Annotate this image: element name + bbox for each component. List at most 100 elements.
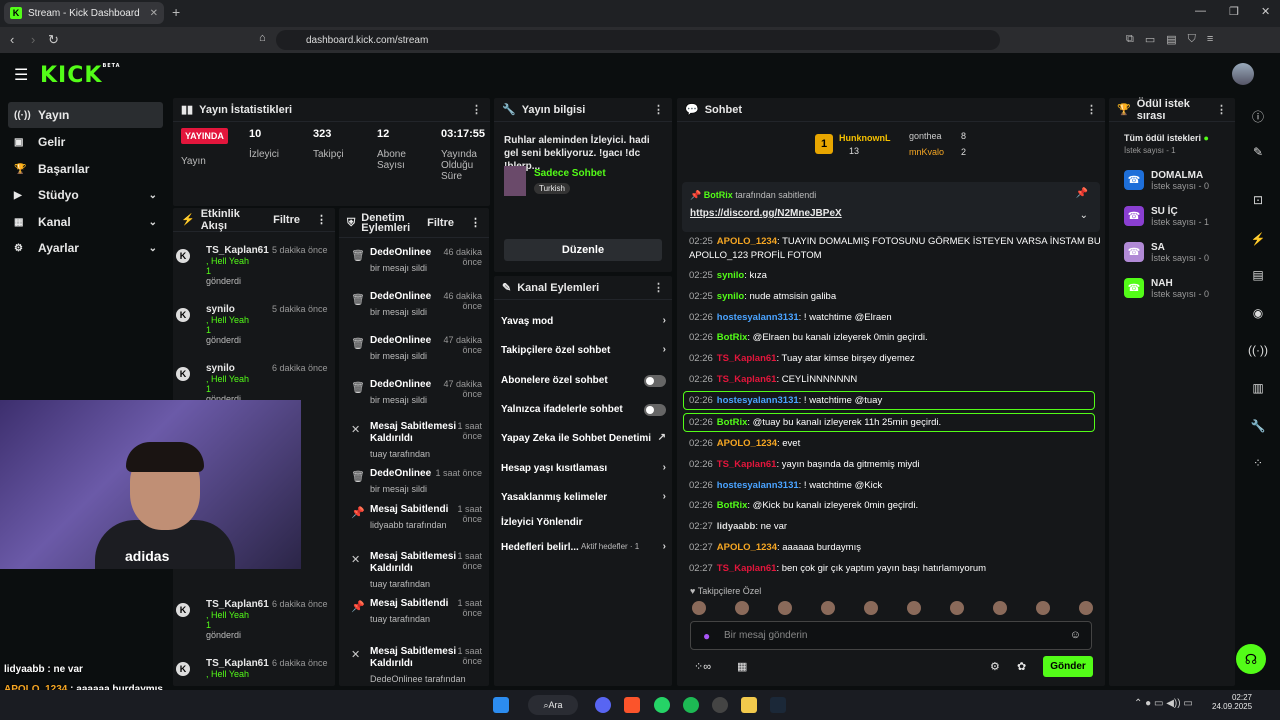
sidebar-item-2[interactable]: 🏆 Başarılar (8, 156, 163, 182)
sidebar-item-3[interactable]: ▶ Stüdyo ⌄ (8, 182, 163, 208)
edit-button[interactable]: Düzenle (504, 239, 662, 261)
emote-icon[interactable] (821, 601, 835, 615)
channel-action-8[interactable]: Hedefleri belirl... Aktif hedefler · 1 › (501, 541, 666, 553)
more-options-icon[interactable]: ⋮ (1086, 103, 1097, 116)
chat-message[interactable]: 02:26 APOLO_1234: evet (689, 438, 800, 449)
emote-icon[interactable] (993, 601, 1007, 615)
chat-username[interactable]: hostesyalann3131 (717, 395, 799, 406)
chat-username[interactable]: APOLO_1234 (717, 542, 777, 553)
feed-item[interactable]: K TS_Kaplan61, Hell Yeah 1 gönderdi 5 dakika… (176, 245, 330, 286)
scan-icon[interactable]: ⊡ (1245, 193, 1271, 207)
chevron-right-icon[interactable]: › (663, 462, 666, 473)
chat-message[interactable]: 02:25 APOLO_1234: TUAYIN DOMALMIŞ FOTOSUN… (689, 236, 1101, 247)
channel-action-1[interactable]: Takipçilere özel sohbet › (501, 344, 666, 356)
url-input[interactable]: dashboard.kick.com/stream (276, 30, 1000, 50)
reward-item[interactable]: ☎ SA İstek sayısı - 0 (1124, 242, 1209, 263)
chat-username[interactable]: synilo (717, 291, 744, 302)
chat-username[interactable]: hostesyalann3131 (717, 480, 799, 491)
chevron-down-icon[interactable]: ⌄ (149, 243, 157, 254)
browser-tab[interactable]: K Stream - Kick Dashboard ✕ (4, 2, 164, 24)
chat-message[interactable]: 02:26 hostesyalann3131: ! watchtime @Elra… (689, 312, 892, 323)
taskbar-search[interactable]: ⌕ Ara (528, 695, 578, 715)
top-gifter-2[interactable]: gonthea (909, 131, 942, 141)
emote-icon[interactable] (778, 601, 792, 615)
filter-button[interactable]: Filtre (273, 214, 300, 226)
wallet-icon[interactable]: ▤ (1166, 33, 1176, 46)
window-close-icon[interactable]: ✕ (1261, 5, 1270, 18)
feed-item[interactable]: K TS_Kaplan61, Hell Yeah 6 dakika önce (176, 658, 330, 679)
emote-icon[interactable] (950, 601, 964, 615)
chat-message[interactable]: 02:25 synilo: kıza (689, 270, 767, 281)
feed-item[interactable]: Ksynilo, Hell Yeah 1 gönderdi 6 dakika önce (176, 363, 330, 404)
emote-icon[interactable] (692, 601, 706, 615)
sidebar-item-0[interactable]: ((·)) Yayın (8, 102, 163, 128)
send-button[interactable]: Gönder (1043, 656, 1093, 677)
user-avatar[interactable] (1232, 63, 1254, 85)
close-tab-icon[interactable]: ✕ (150, 8, 158, 19)
mod-log-item[interactable]: ✕ Mesaj Sabitlemesi Kaldırıldı tuay tarafı… (348, 551, 488, 589)
layout-icon[interactable]: ▥ (1245, 381, 1271, 395)
chat-input[interactable]: ● Bir mesaj gönderin ☺ (690, 621, 1092, 650)
back-icon[interactable]: ‹ (10, 32, 14, 47)
sidebar-item-1[interactable]: ▣ Gelir (8, 129, 163, 155)
feed-item[interactable]: Ksynilo, Hell Yeah 1 gönderdi 5 dakika önce (176, 304, 330, 345)
chat-bubble-icon[interactable]: ◉ (1245, 306, 1271, 320)
help-button[interactable]: ☊ (1236, 644, 1266, 674)
broadcast-icon[interactable]: ((·)) (1245, 343, 1271, 357)
chat-message[interactable]: 02:26 TS_Kaplan61: CEYLİNNNNNNN (689, 374, 857, 385)
emote-icon[interactable] (735, 601, 749, 615)
doc-icon[interactable]: ▤ (1245, 268, 1271, 282)
top-gifter-3[interactable]: mnKvalo (909, 147, 944, 157)
more-options-icon[interactable]: ⋮ (653, 281, 664, 294)
mod-log-item[interactable]: 🗑 DedeOnlinee bir mesajı sildi 47 dakika önc… (348, 335, 488, 361)
channel-action-4[interactable]: Yapay Zeka ile Sohbet Denetimi ↗ (501, 432, 666, 444)
reward-item[interactable]: ☎ SU İÇ İstek sayısı - 1 (1124, 206, 1209, 227)
emote-icon[interactable] (1079, 601, 1093, 615)
chat-username[interactable]: TS_Kaplan61 (717, 374, 777, 385)
minimize-icon[interactable]: — (1195, 5, 1206, 17)
edit-icon[interactable]: ✎ (1245, 145, 1271, 159)
mod-log-item[interactable]: 🗑 DedeOnlinee bir mesajı sildi 1 saat önce (348, 468, 488, 494)
kick-logo[interactable]: KICKBETA (40, 63, 121, 88)
mod-log-item[interactable]: ✕ Mesaj Sabitlemesi Kaldırıldı tuay tarafı… (348, 421, 488, 459)
channel-action-3[interactable]: Yalnızca ifadelerle sohbet (501, 404, 666, 416)
menu-icon[interactable]: ≡ (1207, 33, 1213, 46)
chat-message[interactable]: 02:26 BotRix: @tuay bu kanalı izleyerek 1… (689, 417, 941, 428)
forward-icon[interactable]: › (31, 32, 35, 47)
mod-log-item[interactable]: ✕ Mesaj Sabitlemesi Kaldırıldı DedeOnlinee… (348, 646, 488, 684)
reward-item[interactable]: ☎ NAH İstek sayısı - 0 (1124, 278, 1209, 299)
chat-username[interactable]: synilo (717, 270, 744, 281)
channel-action-0[interactable]: Yavaş mod › (501, 315, 666, 327)
more-options-icon[interactable]: ⋮ (471, 103, 482, 116)
mod-log-item[interactable]: 🗑 DedeOnlinee bir mesajı sildi 46 dakika önc… (348, 247, 488, 273)
reload-icon[interactable]: ↻ (48, 32, 59, 48)
more-options-icon[interactable]: ⋮ (316, 213, 327, 226)
chevron-down-icon[interactable]: ⌄ (149, 217, 157, 228)
chevron-right-icon[interactable]: › (663, 541, 666, 552)
shield-icon[interactable]: ⛉ (1188, 33, 1196, 46)
chevron-down-icon[interactable]: ⌄ (149, 190, 157, 201)
sidebar-item-4[interactable]: ▦ Kanal ⌄ (8, 209, 163, 235)
lightning-icon[interactable]: ⚡ (1245, 232, 1271, 246)
toggle-switch[interactable] (644, 404, 666, 416)
obs-icon[interactable] (712, 697, 728, 713)
chat-username[interactable]: APOLO_1234 (717, 438, 777, 449)
chat-username[interactable]: TS_Kaplan61 (717, 459, 777, 470)
chat-username[interactable]: TS_Kaplan61 (717, 353, 777, 364)
sidebar-item-5[interactable]: ⚙ Ayarlar ⌄ (8, 235, 163, 261)
mod-log-item[interactable]: 🗑 DedeOnlinee bir mesajı sildi 47 dakika önc… (348, 379, 488, 405)
emote-icon[interactable] (1036, 601, 1050, 615)
chat-message[interactable]: 02:26 TS_Kaplan61: Tuay atar kimse birşey… (689, 353, 915, 364)
chevron-right-icon[interactable]: › (663, 315, 666, 326)
extension-icon[interactable]: ⧉ (1126, 33, 1134, 46)
chat-username[interactable]: BotRix (717, 332, 748, 343)
share-icon[interactable]: ⁘ (1245, 456, 1271, 470)
more-options-icon[interactable]: ⋮ (470, 217, 481, 228)
store-icon[interactable]: ▦ (737, 660, 747, 673)
chat-message[interactable]: 02:27 TS_Kaplan61: ben çok gir çık yaptım… (689, 563, 986, 574)
chat-username[interactable]: lidyaabb (717, 521, 756, 532)
chevron-right-icon[interactable]: › (663, 491, 666, 502)
clock[interactable]: 02:27 24.09.2025 (1212, 693, 1252, 711)
discord-icon[interactable] (595, 697, 611, 713)
steam-icon[interactable] (770, 697, 786, 713)
